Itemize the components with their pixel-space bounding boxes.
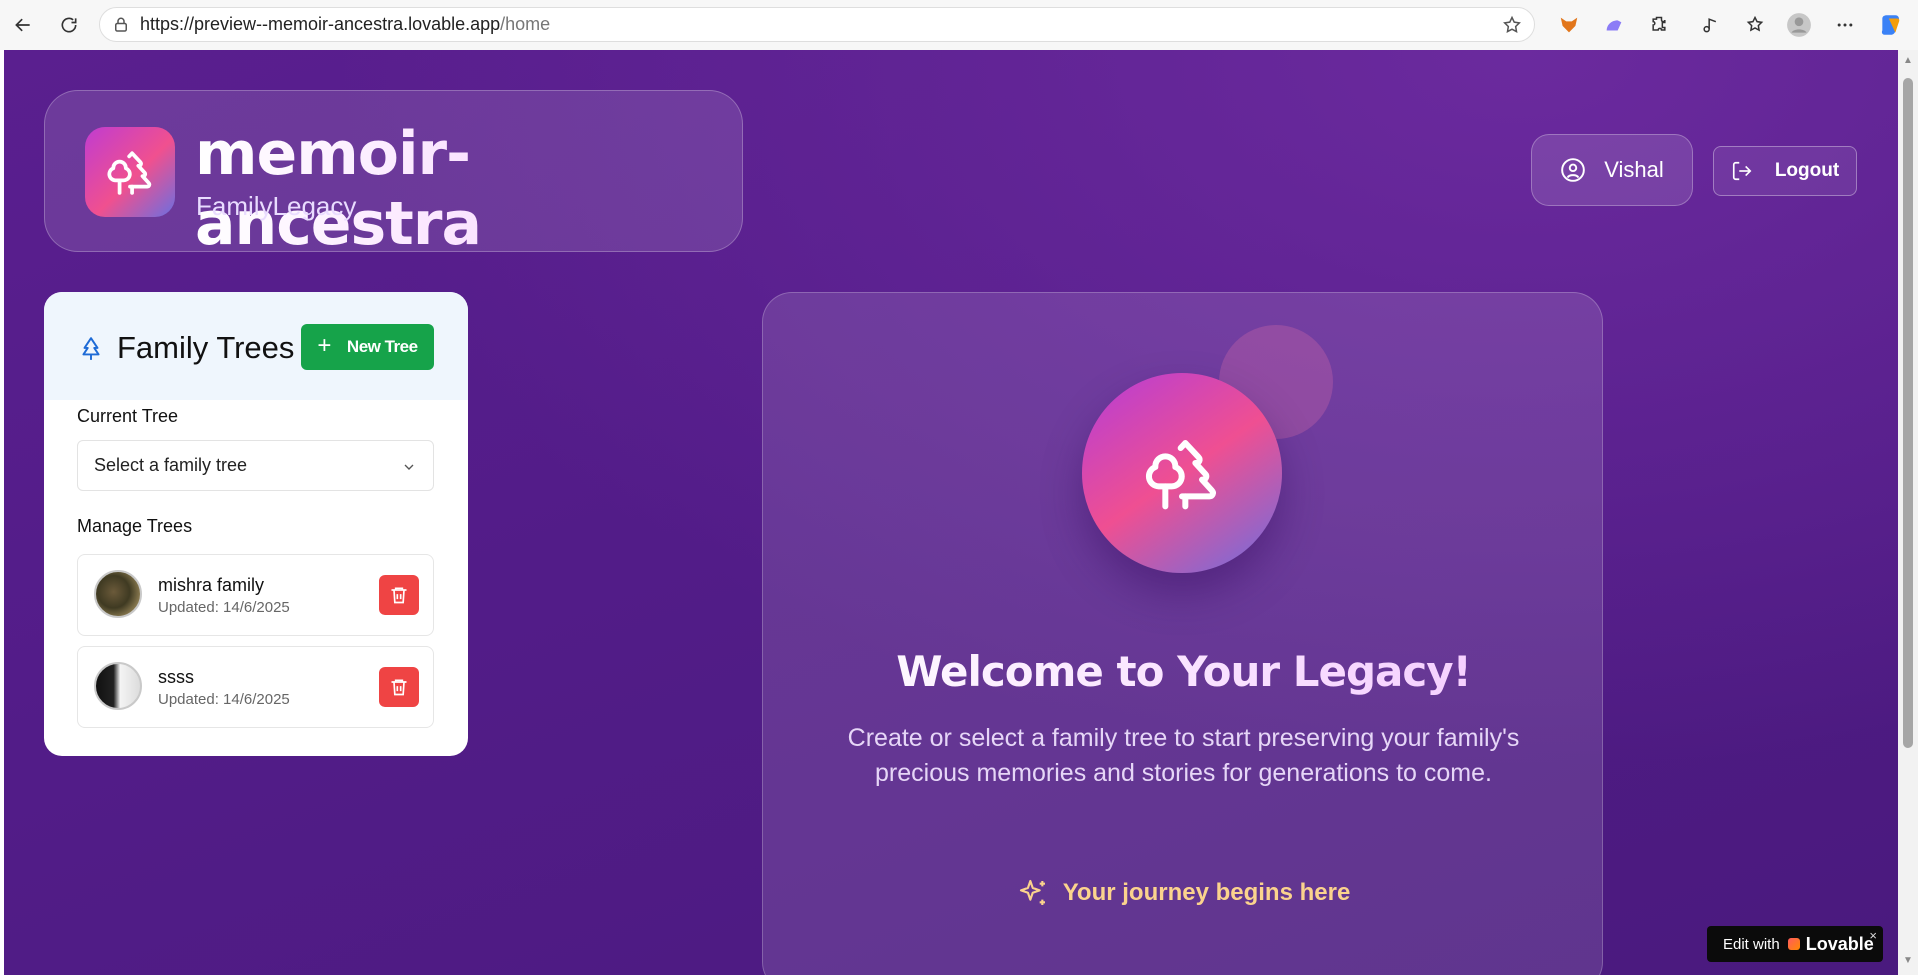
delete-tree-button[interactable] bbox=[379, 667, 419, 707]
tree-select-value: Select a family tree bbox=[94, 455, 248, 475]
trash-icon bbox=[391, 587, 407, 604]
tree-list-item[interactable]: ssss Updated: 14/6/2025 bbox=[77, 646, 434, 728]
logout-label: Logout bbox=[1774, 160, 1840, 181]
trees-icon bbox=[107, 151, 152, 195]
scrollbar-thumb[interactable] bbox=[1903, 78, 1913, 748]
badge-close-icon[interactable]: × bbox=[1869, 928, 1877, 943]
current-tree-label: Current Tree bbox=[77, 406, 179, 426]
family-trees-header: Family Trees + New Tree bbox=[44, 292, 468, 400]
back-button[interactable] bbox=[6, 8, 40, 42]
welcome-title: Welcome to Your Legacy! bbox=[763, 647, 1602, 696]
url-host: https://preview--memoir-ancestra.lovable… bbox=[140, 14, 501, 34]
favorites-icon[interactable] bbox=[1742, 12, 1768, 38]
copilot-icon[interactable] bbox=[1878, 12, 1904, 38]
reload-icon bbox=[61, 17, 77, 33]
badge-prefix: Edit with bbox=[1723, 935, 1780, 953]
scroll-up-arrow-icon[interactable]: ▲ bbox=[1902, 56, 1914, 66]
app-title: memoir-ancestra bbox=[195, 119, 742, 259]
star-icon[interactable] bbox=[1502, 15, 1522, 35]
tree-select[interactable]: Select a family tree bbox=[77, 440, 434, 491]
profile-icon[interactable] bbox=[1786, 12, 1812, 38]
more-icon[interactable] bbox=[1832, 12, 1858, 38]
tree-icon bbox=[82, 337, 100, 360]
app-subtitle: FamilyLegacy bbox=[196, 191, 357, 221]
welcome-card: Welcome to Your Legacy! Create or select… bbox=[762, 292, 1603, 975]
fox-extension-icon[interactable] bbox=[1556, 12, 1582, 38]
logout-icon bbox=[1732, 161, 1752, 181]
new-tree-button[interactable]: + New Tree bbox=[301, 324, 434, 370]
chevron-down-icon bbox=[404, 464, 414, 470]
welcome-logo bbox=[1082, 373, 1282, 573]
arrow-left-icon bbox=[15, 18, 30, 32]
lock-icon bbox=[115, 17, 127, 32]
reload-button[interactable] bbox=[52, 8, 86, 42]
trees-icon bbox=[1145, 440, 1216, 510]
trash-icon bbox=[391, 679, 407, 696]
browser-toolbar: https://preview--memoir-ancestra.lovable… bbox=[0, 0, 1918, 50]
tree-name: ssss bbox=[158, 667, 194, 687]
logout-button[interactable]: Logout bbox=[1713, 146, 1857, 196]
tree-name: mishra family bbox=[158, 575, 265, 595]
lovable-heart-icon bbox=[1787, 938, 1800, 950]
user-name: Vishal bbox=[1604, 157, 1664, 182]
brand-logo bbox=[85, 127, 175, 217]
badge-brand: Lovable bbox=[1805, 933, 1874, 954]
new-tree-label: New Tree bbox=[346, 337, 418, 356]
tree-updated: Updated: 14/6/2025 bbox=[158, 599, 290, 616]
puzzle-icon[interactable] bbox=[1646, 12, 1672, 38]
manage-trees-label: Manage Trees bbox=[77, 516, 193, 536]
app-page: memoir-ancestra FamilyLegacy Vishal Logo… bbox=[4, 50, 1898, 975]
family-trees-panel: Family Trees + New Tree Current Tree Sel… bbox=[44, 292, 468, 756]
journey-text: Your journey begins here bbox=[1062, 879, 1351, 906]
journey-caption: Your journey begins here bbox=[763, 877, 1602, 909]
welcome-description: Create or select a family tree to start … bbox=[847, 724, 1520, 787]
edit-with-lovable-badge[interactable]: Edit with Lovable × bbox=[1707, 926, 1883, 962]
tree-avatar bbox=[94, 570, 142, 618]
tree-list-item[interactable]: mishra family Updated: 14/6/2025 bbox=[77, 554, 434, 636]
brand-header-card: memoir-ancestra FamilyLegacy bbox=[44, 90, 743, 259]
tree-updated: Updated: 14/6/2025 bbox=[158, 691, 290, 708]
url-path: /home bbox=[500, 14, 551, 34]
scroll-down-arrow-icon[interactable]: ▼ bbox=[1902, 956, 1914, 966]
delete-tree-button[interactable] bbox=[379, 575, 419, 615]
url-text: https://preview--memoir-ancestra.lovable… bbox=[140, 14, 550, 35]
family-trees-title: Family Trees bbox=[117, 330, 295, 365]
address-bar[interactable]: https://preview--memoir-ancestra.lovable… bbox=[99, 7, 1535, 42]
user-circle-icon bbox=[1561, 158, 1586, 182]
user-profile-button[interactable]: Vishal bbox=[1531, 134, 1693, 206]
tree-avatar bbox=[94, 662, 142, 710]
page-scrollbar[interactable]: ▲ ▼ bbox=[1898, 50, 1918, 975]
cloud-extension-icon[interactable] bbox=[1601, 12, 1627, 38]
sparkles-icon bbox=[1019, 879, 1045, 905]
media-icon[interactable] bbox=[1697, 12, 1723, 38]
plus-icon: + bbox=[317, 332, 331, 359]
